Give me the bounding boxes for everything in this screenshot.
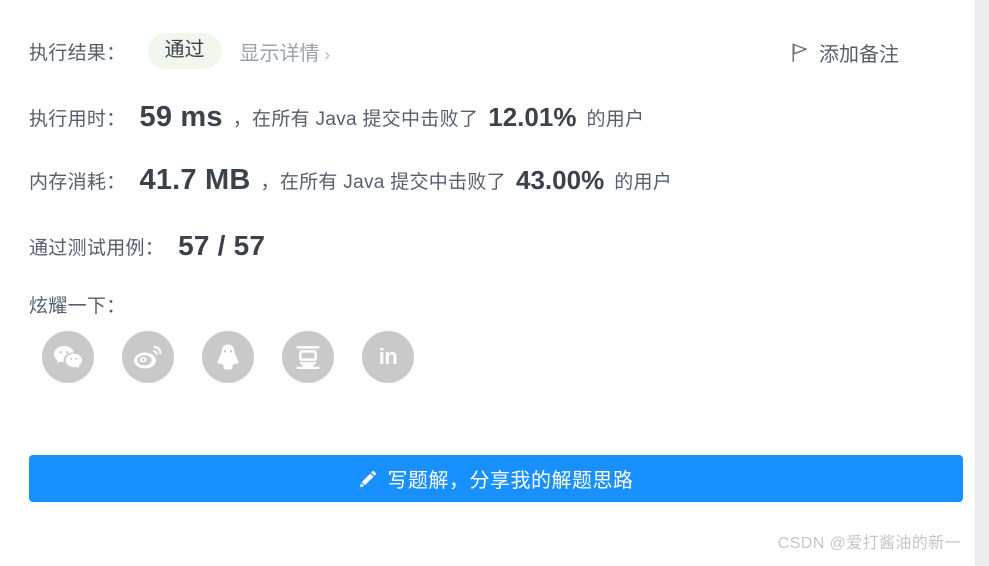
testcases-row: 通过测试用例： 57 / 57 (29, 230, 265, 262)
memory-suffix: 的用户 (614, 172, 673, 193)
runtime-beats-text: ，在所有 Java 提交中击败了 (232, 109, 479, 130)
memory-label: 内存消耗： (29, 172, 126, 193)
wechat-icon (53, 344, 83, 370)
pencil-icon (359, 469, 378, 488)
execution-result-label: 执行结果： (29, 42, 126, 64)
show-detail-label: 显示详情 (239, 42, 320, 65)
runtime-row: 执行用时： 59 ms ，在所有 Java 提交中击败了 12.01% 的用户 (29, 101, 644, 134)
content-area: 执行结果： 通过 显示详情 › 添加备注 执行用时： 59 ms ，在所有 Ja (0, 0, 975, 566)
douban-icon (294, 343, 322, 371)
memory-row: 内存消耗： 41.7 MB ，在所有 Java 提交中击败了 43.00% 的用… (29, 164, 672, 197)
runtime-label: 执行用时： (29, 109, 126, 130)
share-douban-button[interactable] (282, 331, 334, 383)
share-icon-list: in (42, 331, 414, 383)
share-label: 炫耀一下： (29, 296, 126, 317)
share-wechat-button[interactable] (42, 331, 94, 383)
add-note-label: 添加备注 (819, 44, 899, 66)
flag-icon (792, 43, 808, 62)
chevron-right-icon: › (324, 44, 331, 64)
write-solution-label: 写题解，分享我的解题思路 (387, 470, 634, 492)
right-gutter (975, 0, 989, 566)
qq-icon (215, 343, 241, 371)
share-linkedin-button[interactable]: in (362, 331, 414, 383)
memory-value: 41.7 MB (139, 164, 251, 196)
share-row: 炫耀一下： (29, 291, 126, 318)
linkedin-icon: in (378, 344, 398, 369)
testcases-value: 57 / 57 (178, 230, 266, 261)
submission-result-panel: 执行结果： 通过 显示详情 › 添加备注 执行用时： 59 ms ，在所有 Ja (0, 0, 989, 566)
status-badge: 通过 (147, 33, 222, 69)
watermark: CSDN @爱打酱油的新一 (777, 535, 961, 552)
share-weibo-button[interactable] (122, 331, 174, 383)
share-qq-button[interactable] (202, 331, 254, 383)
runtime-value: 59 ms (139, 101, 223, 133)
runtime-suffix: 的用户 (586, 109, 645, 130)
memory-percentile: 43.00% (516, 165, 605, 195)
add-note-button[interactable]: 添加备注 (792, 38, 899, 67)
testcases-label: 通过测试用例： (29, 237, 165, 259)
runtime-percentile: 12.01% (488, 102, 577, 132)
show-detail-link[interactable]: 显示详情 › (240, 37, 331, 66)
memory-beats-text: ，在所有 Java 提交中击败了 (260, 172, 507, 193)
write-solution-button[interactable]: 写题解，分享我的解题思路 (29, 455, 963, 502)
weibo-icon (133, 344, 163, 370)
execution-result-row: 执行结果： 通过 显示详情 › (29, 33, 330, 69)
